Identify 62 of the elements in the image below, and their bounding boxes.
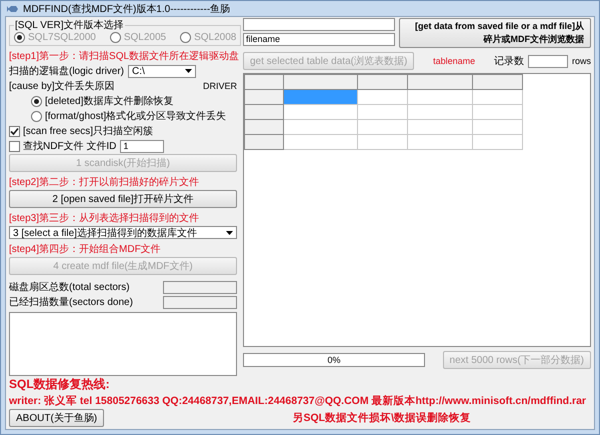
records-field[interactable]	[528, 54, 568, 68]
window-title: MDFFIND(查找MDF文件)版本1.0------------鱼肠	[23, 2, 230, 16]
dropdown-arrow-icon	[185, 69, 192, 73]
row-header[interactable]	[244, 90, 284, 104]
grid-cell[interactable]	[472, 134, 522, 150]
drive-dropdown[interactable]: C:\	[128, 64, 196, 78]
grid-cell[interactable]	[358, 104, 408, 120]
drive-label: 扫描的逻辑盘(logic driver)	[9, 64, 124, 78]
open-file-button[interactable]: 2 [open saved file]打开碎片文件	[9, 190, 237, 208]
row-header[interactable]	[244, 120, 284, 134]
row-header[interactable]	[244, 134, 284, 150]
about-button[interactable]: ABOUT(关于鱼肠)	[9, 409, 104, 427]
column-header[interactable]	[284, 74, 358, 90]
total-sectors-label: 磁盘扇区总数(total sectors)	[9, 280, 131, 294]
table-name: tablename	[433, 56, 476, 66]
step-text: [step1]第一步：请扫描SQL数据文件所在逻辑驱动盘	[9, 50, 237, 63]
notice-text: 另SQL数据文件损坏\数据误删除恢复	[292, 411, 471, 425]
records-label: 记录数	[494, 55, 524, 68]
group-label: [SQL VER]文件版本选择	[14, 18, 125, 32]
log-area[interactable]	[9, 312, 237, 376]
grid-cell[interactable]	[408, 120, 472, 134]
file-dropdown[interactable]: 3 [select a file]选择扫描得到的数据库文件	[9, 226, 237, 239]
checkbox-option[interactable]: 查找NDF文件 文件ID	[9, 139, 116, 153]
checkmark-icon	[10, 126, 19, 136]
progress-bar: 0%	[243, 353, 425, 367]
rows-label: rows	[572, 56, 591, 66]
sectors-done-label: 已经扫描数量(sectors done)	[9, 296, 134, 309]
grid-cell[interactable]	[284, 104, 358, 120]
grid-cell[interactable]	[408, 104, 472, 120]
radio-option[interactable]: [format/ghost]格式化或分区导致文件丢失	[31, 109, 237, 123]
filename-field[interactable]: filename	[243, 33, 395, 46]
checkbox-option[interactable]: [scan free secs]只扫描空闲簇	[9, 124, 237, 138]
fish-icon	[7, 4, 19, 14]
get-data-button[interactable]: [get data from saved file or a mdf file]从碎片或MDF文件浏览数据	[399, 18, 591, 48]
corner-cell	[244, 74, 284, 90]
grid-cell[interactable]	[284, 134, 358, 150]
grid-cell[interactable]	[358, 90, 408, 104]
grid-cell[interactable]	[284, 120, 358, 134]
grid-cell[interactable]	[284, 90, 358, 104]
step-text: [step3]第三步：从列表选择扫描得到的文件	[9, 212, 200, 225]
step-text: [step2]第二步：打开以前扫描好的碎片文件	[9, 176, 200, 189]
grid-cell[interactable]	[408, 134, 472, 150]
driver-label: DRIVER	[202, 81, 237, 91]
author-info: writer: 张义军 tel 15805276633 QQ:24468737,EMAIL:24468737@QQ.COM 最新版本http://www.minisoft.cn/mdffind.rar	[9, 394, 588, 408]
hotline-text: SQL数据修复热线:	[9, 376, 111, 393]
grid-cell[interactable]	[358, 134, 408, 150]
column-header[interactable]	[408, 74, 472, 90]
row-header[interactable]	[244, 104, 284, 120]
column-header[interactable]	[358, 74, 408, 90]
column-header[interactable]	[472, 74, 522, 90]
data-grid[interactable]	[243, 73, 591, 347]
grid-cell[interactable]	[472, 104, 522, 120]
grid-cell[interactable]	[358, 120, 408, 134]
grid-cell[interactable]	[408, 90, 472, 104]
path-field[interactable]	[243, 18, 395, 31]
dropdown-arrow-icon	[226, 230, 233, 234]
cause-label: [cause by]文件丢失原因	[9, 80, 115, 93]
grid-cell[interactable]	[472, 90, 522, 104]
file-id-field[interactable]: 1	[120, 140, 164, 152]
grid-cell[interactable]	[472, 120, 522, 134]
step-text: [step4]第四步：开始组合MDF文件	[9, 242, 162, 256]
radio-option[interactable]: [deleted]数据库文件删除恢复	[31, 94, 237, 108]
